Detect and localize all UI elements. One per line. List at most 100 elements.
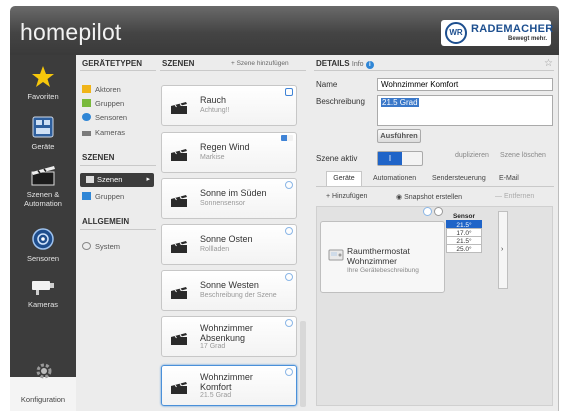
tab-automationen[interactable]: Automationen	[373, 175, 416, 182]
scene-subtitle: Sonnensensor	[200, 200, 246, 207]
scene-title: Rauch	[200, 95, 227, 105]
type-aktoren[interactable]: Aktoren	[82, 84, 121, 96]
scenes-heading: SZENEN	[162, 59, 195, 68]
automation-flag-icon[interactable]	[281, 135, 293, 141]
info-icon[interactable]: i	[365, 61, 374, 69]
scene-title: Sonne Osten	[200, 234, 253, 244]
device-settings-icon[interactable]	[423, 207, 432, 216]
snapshot-button[interactable]: ◉ Snapshot erstellen	[396, 193, 462, 201]
type-sensoren[interactable]: Sensoren	[82, 112, 127, 124]
scene-subtitle: 17 Grad	[200, 343, 226, 350]
nav-konfiguration[interactable]: Konfiguration	[10, 363, 76, 411]
remove-device-button[interactable]: — Entfernen	[495, 193, 534, 200]
device-gear-icon[interactable]	[434, 207, 443, 216]
scene-title: Sonne im Süden	[200, 188, 267, 198]
clapperboard-icon	[171, 382, 187, 394]
nav-label: Konfiguration	[20, 395, 66, 404]
scene-subtitle: Achtung!!	[200, 107, 230, 114]
description-text: 21.5 Grad	[381, 98, 419, 107]
add-scene-button[interactable]: + Szene hinzufügen	[231, 60, 289, 67]
device-description: Ihre Gerätebeschreibung	[347, 267, 419, 274]
scene-icon	[31, 166, 55, 186]
thermostat-icon	[328, 249, 344, 261]
type-gruppen[interactable]: Gruppen	[82, 98, 124, 110]
app-header: homepilot WR RADEMACHER Bewegt mehr.	[10, 6, 559, 55]
description-label: Beschreibung	[316, 97, 365, 106]
scene-card[interactable]: Regen Wind Markise	[161, 132, 297, 173]
scene-title: Regen Wind	[200, 142, 250, 152]
scene-name-input[interactable]	[377, 78, 553, 91]
scene-card[interactable]: Wohnzimmer Komfort 21.5 Grad	[161, 365, 297, 406]
scene-settings-icon[interactable]	[285, 368, 293, 376]
device-card[interactable]: Raumthermostat Wohnzimmer Ihre Gerätebes…	[320, 221, 445, 293]
scene-icon	[86, 176, 94, 183]
scene-card[interactable]: Sonne Westen Beschreibung der Szene	[161, 270, 297, 311]
main-sidebar: Favoriten Geräte Szenen & Automation Sen…	[10, 55, 76, 411]
scene-list-scrollbar[interactable]	[300, 321, 306, 407]
tab-geraete[interactable]: Geräte	[326, 171, 362, 186]
scene-active-label: Szene aktiv	[316, 154, 358, 163]
clapperboard-icon	[171, 333, 187, 345]
app-title: homepilot	[20, 19, 122, 45]
scene-title: Wohnzimmer Absenkung	[200, 323, 253, 343]
scene-active-toggle[interactable]: I	[377, 151, 423, 166]
nav-label: Szenen & Automation	[24, 190, 62, 208]
scene-title: Sonne Westen	[200, 280, 259, 290]
nav-label: Geräte	[31, 142, 55, 151]
add-device-button[interactable]: + Hinzufügen	[326, 193, 367, 200]
nav-label: Favoriten	[27, 92, 59, 101]
nav-favoriten[interactable]: Favoriten	[10, 65, 76, 101]
scene-card[interactable]: Sonne Osten Rollladen	[161, 224, 297, 265]
nav-kameras[interactable]: Kameras	[10, 277, 76, 309]
nav-label: Sensoren	[26, 254, 60, 263]
nav-sensoren[interactable]: Sensoren	[10, 227, 76, 263]
brand-slogan: Bewegt mehr.	[507, 36, 547, 42]
scene-subtitle: 21.5 Grad	[200, 392, 232, 399]
scene-title: Wohnzimmer Komfort	[200, 372, 253, 392]
device-name-line1: Raumthermostat	[347, 246, 410, 256]
scene-settings-icon[interactable]	[285, 227, 293, 235]
scene-card[interactable]: Sonne im Süden Sonnensensor	[161, 178, 297, 219]
scene-settings-icon[interactable]	[285, 181, 293, 189]
group-icon	[82, 99, 91, 107]
scene-settings-icon[interactable]	[285, 319, 293, 327]
tab-sendersteuerung[interactable]: Sendersteuerung	[432, 175, 486, 182]
type-kameras[interactable]: Kameras	[82, 127, 125, 139]
divider	[160, 70, 306, 71]
clapperboard-icon	[171, 149, 187, 161]
toggle-on-indicator: I	[378, 152, 402, 165]
duplicate-scene-button[interactable]: duplizieren	[455, 152, 489, 159]
nav-geraete[interactable]: Geräte	[10, 115, 76, 151]
details-heading: DETAILS Info i	[316, 59, 374, 69]
camera-icon	[32, 281, 54, 295]
scene-settings-icon[interactable]	[285, 88, 293, 96]
gear-icon	[82, 242, 91, 250]
scene-subtitle: Beschreibung der Szene	[200, 292, 277, 299]
scenes-section-heading: SZENEN	[82, 153, 115, 162]
scene-subtitle: Markise	[200, 154, 225, 161]
brand-badge-icon: WR	[445, 22, 467, 44]
info-label: Info	[351, 61, 364, 68]
general-heading: ALLGEMEIN	[82, 217, 130, 226]
scene-card[interactable]: Rauch Achtung!!	[161, 85, 297, 126]
sensor-option[interactable]: 25.0°	[446, 244, 482, 253]
divider	[80, 165, 156, 166]
nav-szenen-automation[interactable]: Szenen & Automation	[10, 165, 76, 208]
device-name-line2: Wohnzimmer	[347, 256, 397, 266]
scene-settings-icon[interactable]	[285, 273, 293, 281]
divider	[316, 186, 554, 187]
device-expand-handle[interactable]: ›	[498, 211, 508, 289]
type-scene-gruppen[interactable]: Gruppen	[82, 191, 124, 203]
favorite-star-icon[interactable]: ☆	[544, 58, 553, 69]
brand-logo: WR RADEMACHER Bewegt mehr.	[441, 20, 553, 46]
chevron-right-icon: ›	[501, 246, 504, 253]
scene-description-textarea[interactable]: 21.5 Grad	[377, 95, 553, 126]
actor-icon	[82, 85, 91, 93]
group-icon	[82, 192, 91, 200]
delete-scene-button[interactable]: Szene löschen	[500, 152, 546, 159]
type-szenen[interactable]: Szenen ▸	[80, 173, 154, 187]
tab-email[interactable]: E-Mail	[499, 175, 519, 182]
type-system[interactable]: System	[82, 241, 120, 253]
scene-card[interactable]: Wohnzimmer Absenkung 17 Grad	[161, 316, 297, 357]
run-scene-button[interactable]: Ausführen	[377, 129, 421, 143]
